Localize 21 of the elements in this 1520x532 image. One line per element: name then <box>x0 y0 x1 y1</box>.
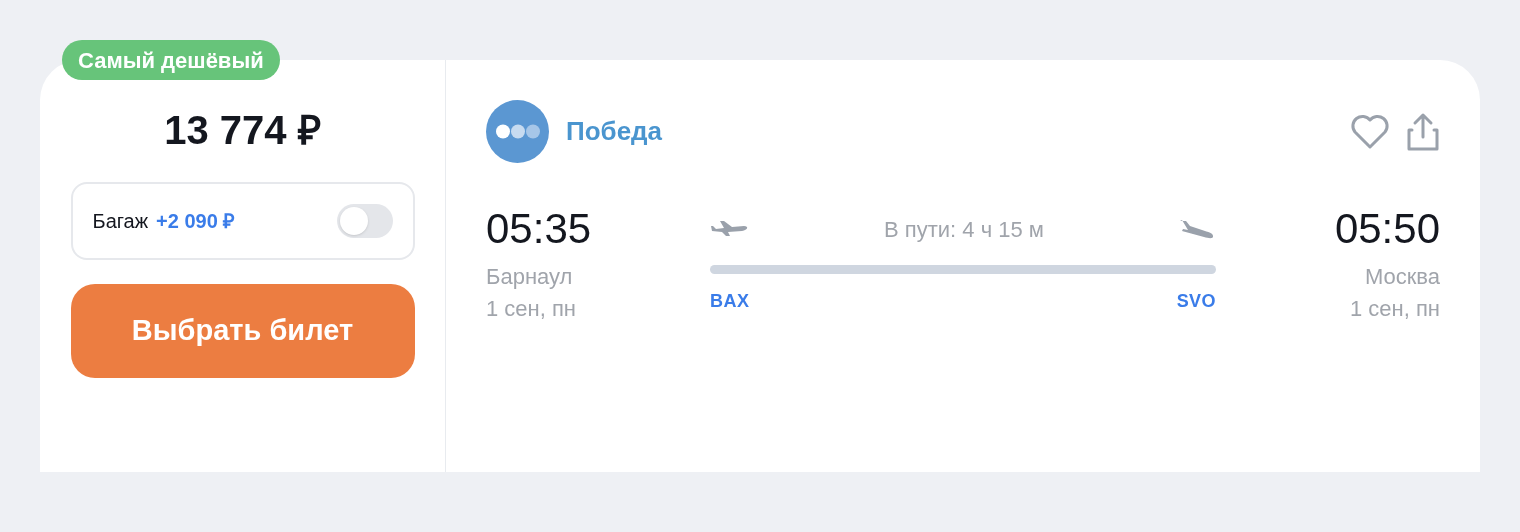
landing-icon <box>1178 217 1216 241</box>
arrival-airport-code: SVO <box>1176 290 1216 313</box>
departure-city: Барнаул <box>486 263 574 291</box>
airline-logo <box>486 100 549 163</box>
ticket-price: 13 774 ₽ <box>164 107 321 154</box>
departure-airport-code: BAX <box>710 290 750 313</box>
baggage-option[interactable]: Багаж +2 090 ₽ <box>70 182 415 260</box>
baggage-label: Багаж <box>92 209 149 234</box>
cheapest-badge: Самый дешёвый <box>62 40 280 80</box>
arrival-city: Москва <box>1364 263 1440 291</box>
airline-name: Победа <box>566 115 663 148</box>
baggage-price: +2 090 ₽ <box>156 209 236 234</box>
takeoff-icon <box>710 219 750 239</box>
share-icon[interactable] <box>1406 111 1440 152</box>
departure-time: 05:35 <box>486 204 593 254</box>
departure-date: 1 сен, пн <box>486 295 578 323</box>
arrival-date: 1 сен, пн <box>1349 295 1440 323</box>
heart-icon[interactable] <box>1350 113 1390 150</box>
baggage-toggle[interactable] <box>336 204 393 238</box>
arrival-time: 05:50 <box>1334 204 1440 254</box>
flight-duration: В пути: 4 ч 15 м <box>884 215 1044 244</box>
